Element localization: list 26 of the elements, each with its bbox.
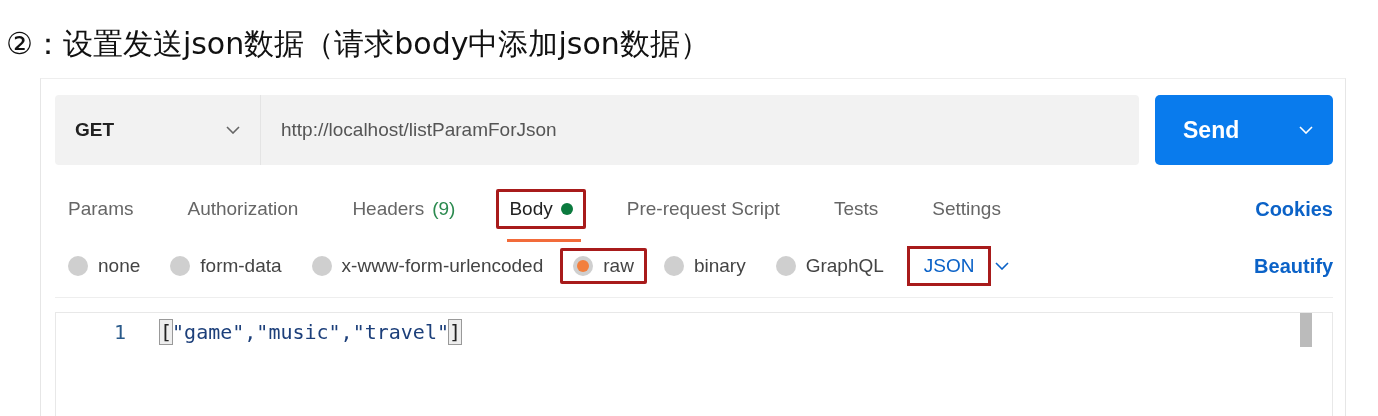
body-type-option[interactable]: raw bbox=[560, 248, 647, 284]
slide-heading: ②：设置发送json数据（请求body中添加json数据） bbox=[6, 25, 711, 63]
line-number: 1 bbox=[112, 320, 127, 344]
url-field[interactable]: http://localhost/listParamForJson bbox=[261, 95, 1139, 165]
method-dropdown[interactable]: GET bbox=[55, 95, 261, 165]
body-type-option[interactable]: none bbox=[55, 248, 154, 284]
format-dropdown[interactable]: JSON bbox=[906, 246, 992, 286]
radio-icon[interactable] bbox=[311, 256, 332, 276]
beautify-link[interactable]: Beautify bbox=[1254, 254, 1333, 278]
radio-icon[interactable] bbox=[170, 256, 191, 276]
chevron-down-icon bbox=[226, 126, 240, 134]
send-button[interactable]: Send bbox=[1155, 95, 1333, 165]
cookies-link[interactable]: Cookies bbox=[1255, 197, 1333, 221]
chevron-down-icon bbox=[995, 262, 1010, 270]
chevron-down-icon bbox=[1299, 126, 1313, 134]
radio-icon[interactable] bbox=[775, 256, 796, 276]
body-type-option[interactable]: binary bbox=[650, 248, 759, 284]
radio-icon[interactable] bbox=[663, 256, 684, 276]
code-editor[interactable]: 1 ["game","music","travel"] bbox=[55, 312, 1333, 416]
body-type-option[interactable]: GraphQL bbox=[762, 248, 897, 284]
radio-icon[interactable] bbox=[573, 256, 594, 276]
radio-icon[interactable] bbox=[68, 256, 88, 276]
body-type-option[interactable]: x-www-form-urlencoded bbox=[298, 248, 557, 284]
scrollbar[interactable] bbox=[1300, 313, 1312, 347]
code-line: ["game","music","travel"] bbox=[160, 320, 462, 344]
body-type-option[interactable]: form-data bbox=[157, 248, 295, 284]
